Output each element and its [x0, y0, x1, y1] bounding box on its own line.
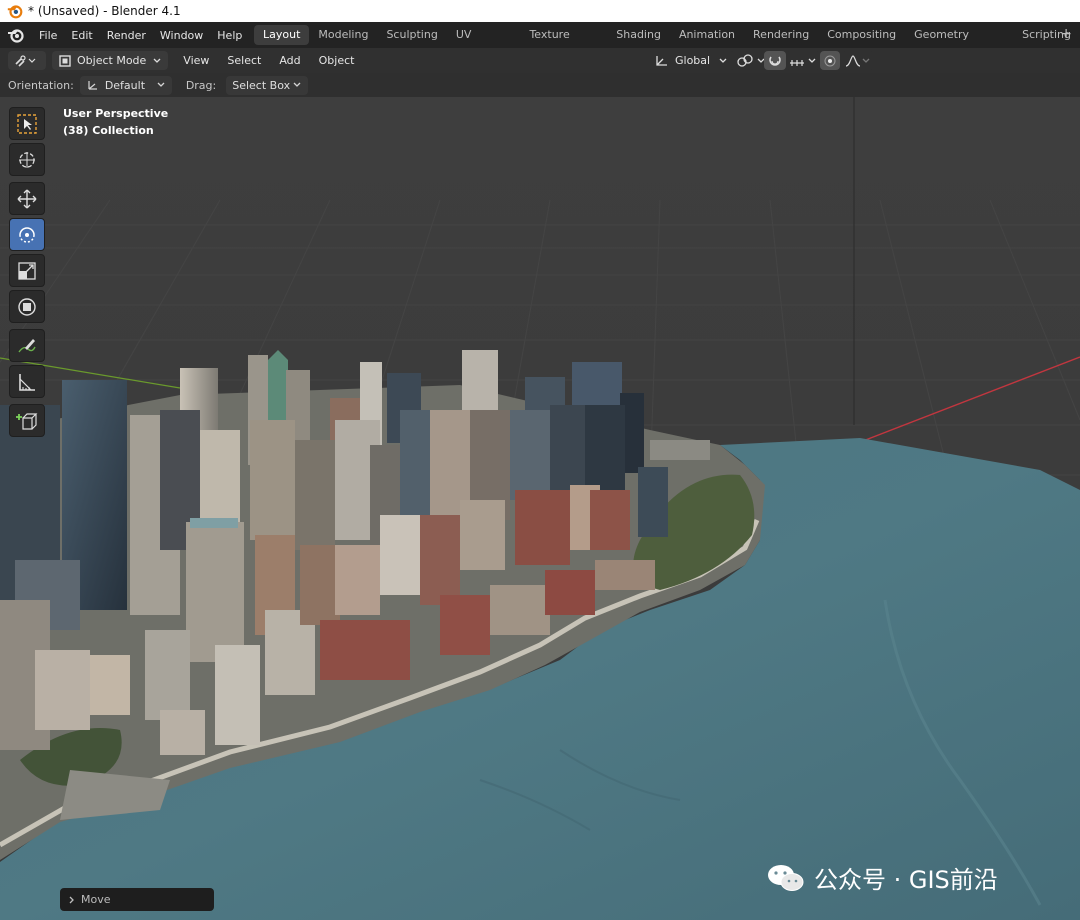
last-operator-panel[interactable]: Move [60, 888, 214, 911]
window-title-bar: * (Unsaved) - Blender 4.1 [0, 0, 1080, 22]
rotate-icon [19, 226, 35, 243]
tab-modeling[interactable]: Modeling [309, 25, 377, 45]
drag-value: Select Box [232, 78, 291, 92]
falloff-curve-icon [845, 54, 861, 67]
tab-uv-editing[interactable]: UV Editing [447, 25, 521, 61]
chevron-down-icon [862, 58, 870, 63]
measure-icon [19, 373, 35, 391]
tool-rotate[interactable] [9, 218, 45, 251]
tool-scale[interactable] [9, 254, 45, 287]
menu-object[interactable]: Object [310, 54, 364, 67]
menu-edit[interactable]: Edit [64, 29, 99, 42]
mode-selector[interactable]: Object Mode [52, 51, 169, 70]
menu-add[interactable]: Add [270, 54, 309, 67]
menu-help[interactable]: Help [210, 29, 249, 42]
menu-render[interactable]: Render [100, 29, 153, 42]
blender-logo-icon [7, 5, 23, 19]
cursor-icon [19, 151, 35, 168]
left-toolbar [9, 107, 45, 440]
scale-icon [18, 261, 36, 280]
menu-window[interactable]: Window [153, 29, 210, 42]
blender-logo-icon[interactable] [6, 25, 26, 45]
annotate-icon [18, 338, 36, 352]
link-icon [737, 53, 753, 67]
last-operator-label: Move [81, 893, 111, 906]
tab-geometry-nodes[interactable]: Geometry Nodes [905, 25, 1013, 61]
transform-orientation-selector[interactable]: Global [648, 51, 735, 70]
chevron-down-icon [293, 82, 301, 87]
orientation-value: Default [104, 78, 146, 92]
chevron-right-icon [69, 896, 74, 903]
viewport-header: Object Mode View Select Add Object Globa… [0, 48, 1080, 73]
watermark-text: 公众号 · GIS前沿 [814, 866, 998, 894]
tab-rendering[interactable]: Rendering [744, 25, 818, 45]
chevron-down-icon [153, 58, 161, 63]
tab-compositing[interactable]: Compositing [818, 25, 905, 45]
orientation-label: Orientation: [8, 78, 74, 92]
window-title: * (Unsaved) - Blender 4.1 [28, 4, 181, 18]
menu-select[interactable]: Select [218, 54, 270, 67]
chevron-down-icon [719, 58, 727, 63]
snap-increment-icon [790, 59, 804, 66]
snap-toggle[interactable] [764, 51, 786, 70]
chevron-down-icon [157, 82, 165, 87]
drag-label: Drag: [185, 78, 217, 92]
tool-measure[interactable] [9, 365, 45, 398]
tab-shading[interactable]: Shading [607, 25, 670, 45]
move-icon [17, 189, 37, 208]
wechat-icon [768, 864, 804, 891]
watermark: 公众号 · GIS前沿 [766, 860, 998, 895]
viewport-scene[interactable] [0, 97, 1080, 920]
add-cube-icon [16, 412, 38, 430]
tab-layout[interactable]: Layout [254, 25, 310, 45]
tool-add-cube[interactable] [9, 404, 45, 437]
tool-annotate[interactable] [9, 329, 45, 362]
tool-move[interactable] [9, 182, 45, 215]
proportional-editing-toggle[interactable] [820, 51, 840, 70]
workspace-tabs: Layout Modeling Sculpting UV Editing Tex… [254, 22, 1080, 61]
tool-cursor[interactable] [9, 143, 45, 176]
chevron-down-icon [808, 58, 816, 63]
editor-type-button[interactable] [8, 51, 46, 70]
tab-sculpting[interactable]: Sculpting [377, 25, 446, 45]
orientation-dropdown[interactable]: Default [79, 75, 172, 95]
tool-settings-bar: Orientation: Default Drag: Select Box [0, 73, 1080, 97]
orientation-axes-icon [656, 55, 667, 66]
magnet-icon [769, 56, 781, 66]
transform-icon [18, 297, 36, 316]
viewport-collection-label: (38) Collection [63, 124, 154, 137]
editor-type-icon [15, 54, 36, 67]
select-box-icon [17, 113, 37, 134]
falloff-selector[interactable] [842, 51, 874, 70]
drag-dropdown[interactable]: Select Box [226, 75, 309, 95]
tab-texture-paint[interactable]: Texture Paint [520, 25, 607, 61]
snap-target-selector[interactable] [786, 51, 820, 70]
orientation-label: Global [675, 54, 711, 67]
viewport-perspective-label: User Perspective [63, 107, 169, 120]
tab-animation[interactable]: Animation [670, 25, 744, 45]
proportional-editing-icon [824, 55, 836, 66]
tool-transform[interactable] [9, 290, 45, 323]
mode-label: Object Mode [77, 54, 147, 67]
add-workspace-button[interactable]: + [1060, 26, 1072, 42]
tool-select-box[interactable] [9, 107, 45, 140]
3d-viewport[interactable]: User Perspective (38) Collection [0, 97, 1080, 920]
orientation-gizmo-icon [88, 81, 97, 90]
object-mode-icon [59, 54, 71, 67]
menu-view[interactable]: View [174, 54, 218, 67]
menu-file[interactable]: File [32, 29, 64, 42]
top-menu-bar: File Edit Render Window Help Layout Mode… [0, 22, 1080, 61]
